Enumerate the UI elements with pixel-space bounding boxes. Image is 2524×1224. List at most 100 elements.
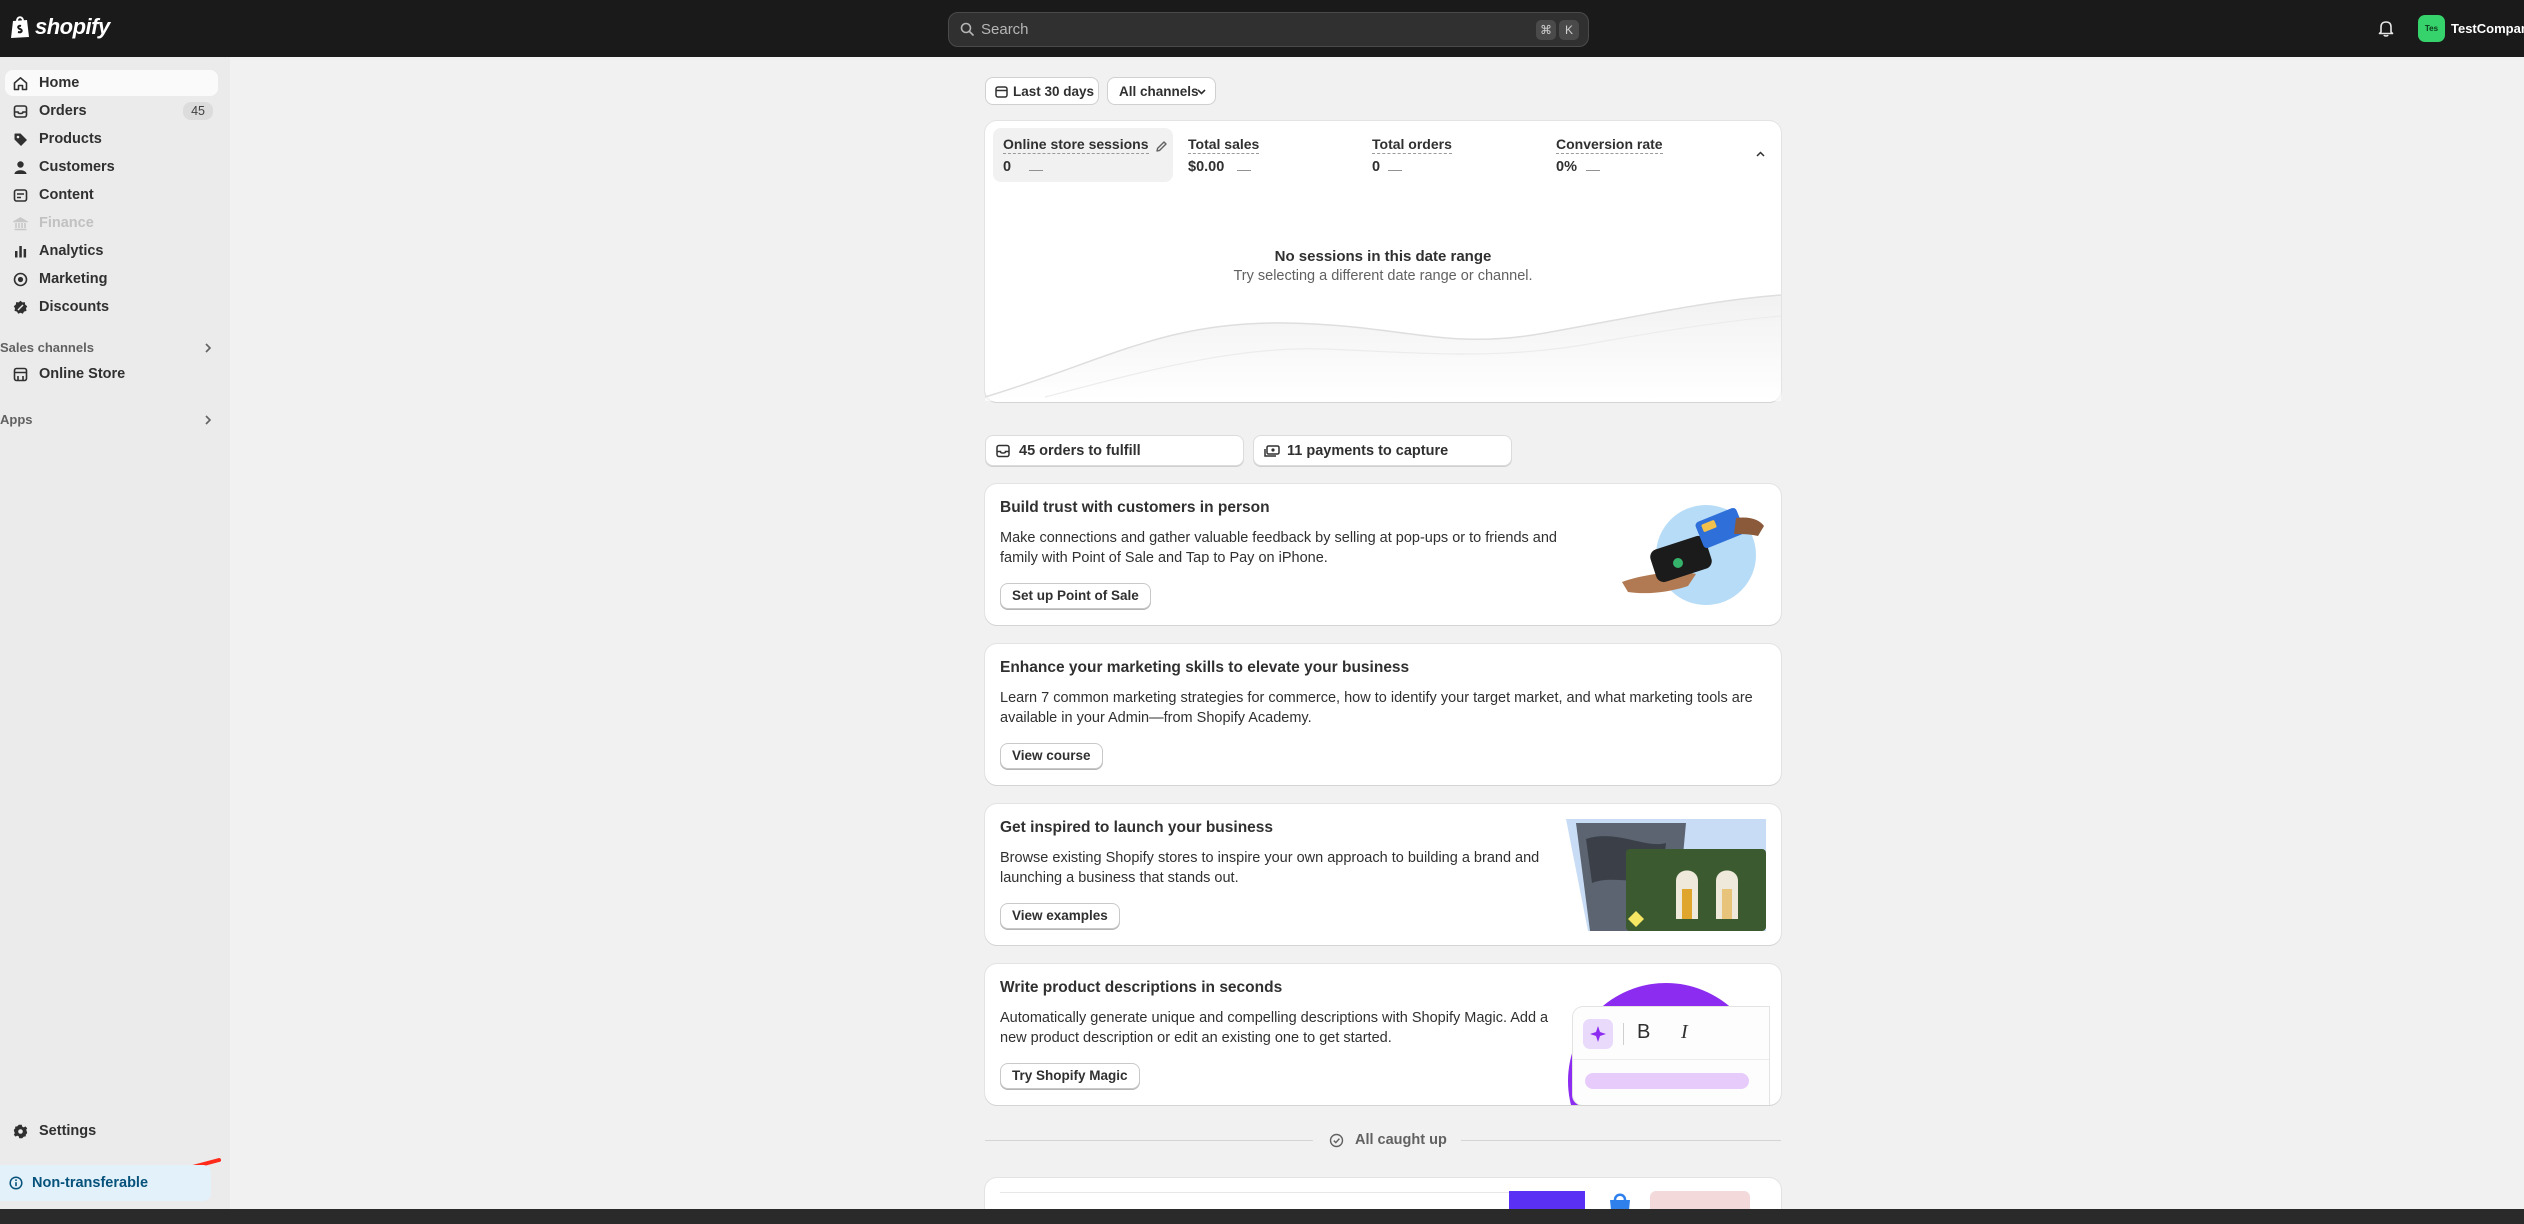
- editor-mock: B I: [1573, 1007, 1769, 1105]
- sidebar-item-online-store[interactable]: Online Store: [5, 361, 218, 387]
- metric-total-orders[interactable]: Total orders 0 —: [1362, 128, 1542, 182]
- os-taskbar-strip: [0, 1209, 2524, 1224]
- try-shopify-magic-button[interactable]: Try Shopify Magic: [1000, 1063, 1140, 1089]
- search-icon: [960, 22, 975, 37]
- metrics-card: Online store sessions 0 — Total sales $0…: [985, 121, 1781, 402]
- sidebar-item-label: Products: [39, 131, 102, 147]
- discount-icon: [13, 300, 28, 314]
- orders-count-badge: 45: [183, 102, 213, 120]
- promo-body: Learn 7 common marketing strategies for …: [1000, 690, 1753, 726]
- pencil-icon[interactable]: [1155, 140, 1168, 153]
- sidebar-item-home[interactable]: Home: [5, 70, 218, 96]
- promo-title: Write product descriptions in seconds: [1000, 979, 1283, 996]
- bank-icon: [13, 217, 28, 231]
- promo-body: Make connections and gather valuable fee…: [1000, 530, 1557, 566]
- orders-to-fulfill-label: 45 orders to fulfill: [1019, 443, 1141, 459]
- content-icon: [13, 189, 28, 202]
- metric-label: Online store sessions: [1003, 136, 1149, 154]
- promo-card-marketing-course: Enhance your marketing skills to elevate…: [985, 644, 1781, 785]
- metric-label: Total sales: [1188, 136, 1260, 154]
- all-caught-up-divider: All caught up: [985, 1130, 1781, 1150]
- set-up-point-of-sale-button[interactable]: Set up Point of Sale: [1000, 583, 1151, 609]
- promo-card-inspiration: Get inspired to launch your business Bro…: [985, 804, 1781, 945]
- apps-header[interactable]: Apps: [0, 409, 220, 431]
- sidebar-item-label: Home: [39, 75, 80, 91]
- target-icon: [13, 272, 28, 287]
- metric-label: Conversion rate: [1556, 136, 1663, 154]
- chevron-up-icon[interactable]: [1755, 150, 1766, 158]
- tap-to-pay-illustration: [1622, 505, 1764, 605]
- all-caught-up-label: All caught up: [1355, 1132, 1447, 1148]
- promo-title: Get inspired to launch your business: [1000, 819, 1274, 836]
- sidebar-item-orders[interactable]: Orders 45: [5, 98, 218, 124]
- metric-total-sales[interactable]: Total sales $0.00 —: [1178, 128, 1358, 182]
- payments-to-capture-label: 11 payments to capture: [1287, 443, 1449, 459]
- sidebar-item-marketing[interactable]: Marketing: [5, 266, 218, 292]
- sidebar-item-analytics[interactable]: Analytics: [5, 238, 218, 264]
- channels-dropdown[interactable]: All channels: [1107, 77, 1216, 105]
- person-icon: [14, 161, 27, 174]
- store-avatar[interactable]: Tes: [2418, 15, 2445, 42]
- sidebar-item-discounts[interactable]: Discounts: [5, 294, 218, 320]
- cash-icon: [1264, 445, 1280, 457]
- notification-bell-icon[interactable]: [2378, 19, 2394, 37]
- inbox-icon: [996, 444, 1010, 458]
- store-name[interactable]: TestCompany: [2451, 21, 2524, 36]
- search-input[interactable]: Search ⌘ K: [948, 12, 1589, 47]
- divider-line: [1000, 1192, 1530, 1193]
- orders-to-fulfill-button[interactable]: 45 orders to fulfill: [985, 435, 1244, 466]
- check-circle-icon: [1329, 1133, 1344, 1148]
- toolbar-divider: [1623, 1023, 1624, 1045]
- promo-card-shopify-magic: Write product descriptions in seconds Au…: [985, 964, 1781, 1105]
- orders-icon: [13, 105, 28, 118]
- metric-label: Total orders: [1372, 136, 1452, 154]
- search-placeholder: Search: [981, 21, 1029, 38]
- metric-value: 0%: [1556, 159, 1577, 175]
- tag-icon: [14, 133, 27, 146]
- sidebar-item-content[interactable]: Content: [5, 182, 218, 208]
- promo-title: Build trust with customers in person: [1000, 499, 1270, 516]
- sidebar-item-customers[interactable]: Customers: [5, 154, 218, 180]
- store-examples-illustration: [1566, 819, 1766, 931]
- sidebar-item-settings[interactable]: Settings: [5, 1118, 218, 1144]
- sparkle-icon: [1590, 1026, 1606, 1042]
- brand-wordmark: shopify: [35, 14, 110, 39]
- sidebar-item-label: Analytics: [39, 243, 104, 259]
- payments-to-capture-button[interactable]: 11 payments to capture: [1253, 435, 1512, 466]
- sales-channels-header[interactable]: Sales channels: [0, 337, 220, 359]
- non-transferable-banner[interactable]: Non-transferable: [0, 1165, 211, 1201]
- apps-label: Apps: [0, 412, 33, 427]
- chevron-right-icon: [205, 343, 212, 353]
- sidebar-item-finance: Finance: [5, 210, 218, 236]
- metric-trend: —: [1029, 161, 1043, 177]
- metric-online-store-sessions[interactable]: Online store sessions 0 —: [993, 128, 1173, 182]
- metric-value: 0: [1372, 159, 1381, 175]
- sidebar-item-label: Orders: [39, 103, 87, 119]
- metric-conversion-rate[interactable]: Conversion rate 0% —: [1546, 128, 1726, 182]
- sidebar-item-label: Marketing: [39, 271, 108, 287]
- promo-body: Browse existing Shopify stores to inspir…: [1000, 850, 1540, 886]
- view-course-button[interactable]: View course: [1000, 743, 1103, 769]
- k-key: K: [1559, 20, 1579, 40]
- shopify-bag-icon: [11, 16, 29, 38]
- metric-trend: —: [1237, 161, 1251, 177]
- metric-trend: —: [1388, 161, 1402, 177]
- sidebar-item-products[interactable]: Products: [5, 126, 218, 152]
- chevron-right-icon: [205, 415, 212, 425]
- shopify-logo[interactable]: shopify: [10, 14, 110, 40]
- gear-icon: [13, 1124, 28, 1139]
- sidebar: Home Orders 45 Products Customers Conten…: [0, 57, 230, 1209]
- channels-label: All channels: [1119, 84, 1199, 99]
- view-examples-button[interactable]: View examples: [1000, 903, 1120, 929]
- magic-editor-illustration: B I: [1563, 981, 1769, 1105]
- date-range-button[interactable]: Last 30 days: [985, 77, 1099, 105]
- sidebar-item-label: Customers: [39, 159, 115, 175]
- sidebar-item-label: Discounts: [39, 299, 110, 315]
- sidebar-item-label: Online Store: [39, 366, 126, 382]
- metric-value: 0: [1003, 159, 1012, 175]
- store-icon: [13, 367, 28, 382]
- italic-glyph: I: [1681, 1021, 1688, 1043]
- promo-card-point-of-sale: Build trust with customers in person Mak…: [985, 484, 1781, 625]
- generated-text-placeholder: [1585, 1073, 1749, 1089]
- sales-channels-label: Sales channels: [0, 340, 94, 355]
